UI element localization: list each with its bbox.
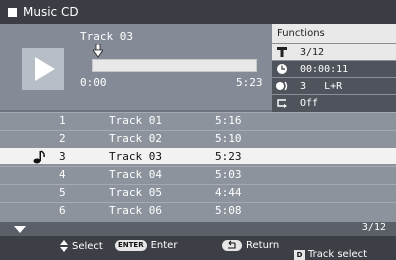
progress-bar[interactable] — [92, 59, 257, 72]
page-count: 3/12 — [361, 222, 386, 233]
function-time-row[interactable]: 00:00:11 — [272, 60, 396, 77]
track-duration: 5:23 — [215, 150, 242, 163]
track-select-hint: D Track select — [294, 249, 367, 260]
track-number: 5 — [59, 186, 66, 199]
track-duration: 5:08 — [215, 204, 242, 217]
track-name: Track 03 — [109, 150, 162, 163]
track-duration: 5:10 — [215, 132, 242, 145]
player-panel: Track 03 0:00 5:23 — [0, 24, 272, 110]
title-square-icon — [8, 7, 17, 17]
d-key-icon: D — [294, 249, 305, 260]
select-hint-label: Select — [72, 240, 103, 252]
track-list: 1 Track 01 5:16 2 Track 02 5:10 3 Track … — [0, 112, 396, 222]
current-track-title: Track 03 — [80, 30, 133, 43]
clock-icon — [272, 61, 292, 78]
title-icon — [272, 44, 292, 61]
track-row-current[interactable]: 3 Track 03 5:23 — [0, 148, 396, 164]
function-repeat-value: Off — [300, 97, 319, 109]
enter-button-icon: ENTER — [115, 240, 147, 251]
scroll-down-icon[interactable] — [14, 226, 26, 233]
button-hints-bar: Select ENTER Enter Return D Track select — [0, 236, 396, 260]
track-end-time: 5:23 — [236, 76, 263, 89]
window-title: Music CD — [23, 5, 79, 19]
track-duration: 5:16 — [215, 114, 242, 127]
track-name: Track 05 — [109, 186, 162, 199]
track-name: Track 06 — [109, 204, 162, 217]
track-duration: 4:44 — [215, 186, 242, 199]
track-select-label: Track select — [308, 249, 368, 260]
function-audio-value: 3 L+R — [300, 80, 343, 92]
music-note-icon — [33, 150, 45, 164]
track-duration: 5:03 — [215, 168, 242, 181]
functions-header: Functions — [272, 24, 396, 43]
functions-panel: Functions 3/12 00:00:11 3 L+R Off — [272, 24, 396, 112]
function-title-row[interactable]: 3/12 — [272, 43, 396, 60]
track-name: Track 01 — [109, 114, 162, 127]
play-button[interactable] — [22, 48, 64, 90]
select-hint: Select — [60, 240, 103, 252]
enter-hint-label: Enter — [150, 240, 178, 251]
return-hint-label: Return — [246, 240, 280, 251]
function-repeat-row[interactable]: Off — [272, 94, 396, 111]
repeat-icon — [272, 95, 292, 112]
elapsed-start-time: 0:00 — [80, 76, 107, 89]
function-audio-row[interactable]: 3 L+R — [272, 77, 396, 94]
track-number: 6 — [59, 204, 66, 217]
track-number: 1 — [59, 114, 66, 127]
function-title-value: 3/12 — [300, 46, 325, 58]
play-icon — [35, 57, 55, 81]
track-row[interactable]: 1 Track 01 5:16 — [0, 112, 396, 128]
playhead-arrow-icon — [93, 44, 103, 58]
track-name: Track 04 — [109, 168, 162, 181]
audio-icon — [272, 78, 292, 95]
up-down-arrow-icon — [60, 240, 68, 252]
track-number: 3 — [59, 150, 66, 163]
track-row[interactable]: 2 Track 02 5:10 — [0, 130, 396, 146]
enter-hint: ENTER Enter — [115, 240, 177, 251]
function-time-value: 00:00:11 — [300, 63, 349, 75]
title-bar: Music CD — [0, 0, 396, 24]
track-number: 4 — [59, 168, 66, 181]
list-footer: 3/12 — [0, 222, 396, 236]
track-name: Track 02 — [109, 132, 162, 145]
track-number: 2 — [59, 132, 66, 145]
return-button-icon — [222, 240, 242, 251]
track-row[interactable]: 5 Track 05 4:44 — [0, 184, 396, 200]
track-row[interactable]: 4 Track 04 5:03 — [0, 166, 396, 182]
return-hint: Return — [222, 240, 279, 251]
track-row[interactable]: 6 Track 06 5:08 — [0, 202, 396, 218]
music-cd-screen: Music CD Track 03 0:00 5:23 Functions 3/… — [0, 0, 396, 260]
